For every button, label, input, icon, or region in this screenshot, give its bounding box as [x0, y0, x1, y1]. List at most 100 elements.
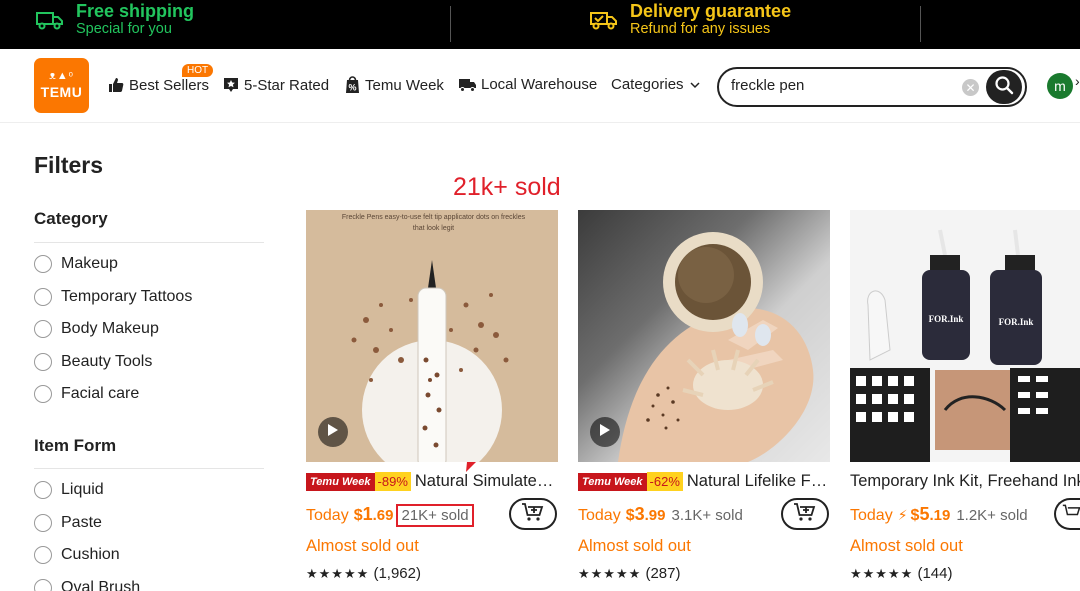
sold-count: 21K+ sold	[396, 504, 474, 527]
review-count: (1,962)	[373, 565, 421, 582]
review-count: (144)	[917, 565, 953, 582]
nav-categories[interactable]: Categories	[611, 76, 700, 93]
product-title: Natural Simulated Freckle Pen	[414, 472, 558, 490]
nav-label: Categories	[611, 76, 684, 93]
discount-badge: -89%	[374, 472, 411, 491]
star-badge-icon	[222, 76, 240, 94]
filter-option-body-makeup[interactable]: Body Makeup	[34, 320, 159, 338]
radio-button[interactable]	[34, 287, 52, 306]
product-image[interactable]	[578, 210, 830, 462]
play-video-button[interactable]	[590, 417, 620, 447]
radio-button[interactable]	[34, 352, 52, 371]
search-icon	[994, 75, 1014, 100]
truck-icon	[36, 10, 64, 35]
nav-best-sellers[interactable]: Best Sellers	[107, 76, 209, 94]
rating[interactable]: ★★★★★ (1,962)	[306, 565, 421, 582]
nav-label: Temu Week	[365, 76, 444, 94]
filter-option-label: Temporary Tattoos	[61, 287, 193, 305]
filter-option-oval-brush[interactable]: Oval Brush	[34, 578, 141, 591]
filter-option-temporary-tattoos[interactable]: Temporary Tattoos	[34, 287, 193, 306]
account-chevron-icon[interactable]: ›	[1075, 73, 1080, 89]
product-title-row[interactable]: Temporary Ink Kit, Freehand Ink	[850, 472, 1080, 491]
filter-option-cushion[interactable]: Cushion	[34, 546, 120, 564]
search-input[interactable]	[731, 77, 951, 94]
svg-text:FOR.Ink: FOR.Ink	[929, 314, 964, 324]
filter-option-facial-care[interactable]: Facial care	[34, 385, 139, 403]
promo-title: Free shipping	[76, 1, 195, 21]
filter-option-label: Oval Brush	[61, 578, 141, 591]
filter-option-makeup[interactable]: Makeup	[34, 255, 118, 273]
today-label: Today	[850, 507, 893, 524]
temu-week-badge: Temu Week	[578, 472, 647, 491]
play-video-button[interactable]	[318, 417, 348, 447]
filter-option-label: Makeup	[61, 255, 118, 272]
filter-option-label: Paste	[61, 513, 102, 531]
nav-label: Best Sellers	[129, 76, 210, 94]
avatar[interactable]: m	[1047, 73, 1073, 99]
price-dec: .19	[929, 507, 951, 524]
currency: $	[625, 507, 635, 524]
filter-option-label: Body Makeup	[61, 320, 159, 337]
price: $1.69	[354, 504, 394, 525]
rating[interactable]: ★★★★★ (144)	[850, 565, 952, 582]
radio-button[interactable]	[34, 546, 52, 564]
radio-button[interactable]	[34, 320, 52, 338]
hot-badge: HOT	[182, 64, 214, 77]
play-icon	[599, 423, 611, 442]
clear-search-button[interactable]: ✕	[962, 79, 979, 96]
almost-sold-out: Almost sold out	[578, 537, 691, 555]
promo-bar: Free shipping Special for you Delivery g…	[0, 0, 1080, 49]
add-to-cart-button[interactable]	[781, 498, 829, 530]
divider	[450, 6, 451, 42]
price-int: 5	[919, 504, 930, 524]
radio-button[interactable]	[34, 385, 52, 403]
radio-button[interactable]	[34, 255, 52, 273]
delivery-guarantee-promo[interactable]: Delivery guarantee Refund for any issues	[590, 2, 791, 37]
rating[interactable]: ★★★★★ (287)	[578, 565, 680, 582]
filter-option-paste[interactable]: Paste	[34, 513, 102, 532]
product-title: Temporary Ink Kit, Freehand Ink	[850, 472, 1080, 490]
filter-option-label: Liquid	[61, 481, 104, 498]
temu-logo[interactable]: ᴥ▲ᵒ TEMU	[34, 58, 89, 113]
filter-option-beauty-tools[interactable]: Beauty Tools	[34, 352, 153, 371]
nav-local-warehouse[interactable]: Local Warehouse	[458, 76, 597, 93]
price: $3.99	[626, 504, 666, 525]
cart-plus-icon	[793, 502, 817, 527]
filter-option-liquid[interactable]: Liquid	[34, 481, 104, 499]
add-to-cart-button[interactable]	[509, 498, 557, 530]
product-title-row[interactable]: Temu Week -62% Natural Lifelike Freckle …	[578, 472, 830, 491]
radio-button[interactable]	[34, 578, 52, 591]
free-shipping-promo[interactable]: Free shipping Special for you	[36, 2, 194, 37]
today-label: Today	[578, 507, 621, 524]
annotation-text: 21k+ sold	[453, 173, 561, 201]
star-rating-icon: ★★★★★	[850, 566, 914, 581]
item-form-section-title: Item Form	[34, 436, 117, 455]
filter-option-label: Facial care	[61, 385, 140, 402]
thumbs-up-icon	[107, 76, 125, 94]
discount-badge: -62%	[646, 472, 683, 491]
site-header: ᴥ▲ᵒ TEMU Best Sellers HOT 5-Star Rated %…	[0, 49, 1080, 123]
divider	[920, 6, 921, 42]
product-image[interactable]: FOR.Ink FOR.Ink	[850, 210, 1080, 462]
price: $5.19	[911, 504, 951, 525]
radio-button[interactable]	[34, 513, 52, 532]
divider	[34, 242, 264, 243]
almost-sold-out: Almost sold out	[850, 537, 963, 555]
nav-temu-week[interactable]: % Temu Week	[344, 76, 444, 94]
logo-text: TEMU	[40, 84, 83, 100]
add-to-cart-button[interactable]	[1054, 498, 1080, 530]
price-int: 1	[362, 504, 373, 524]
filters-title: Filters	[34, 152, 104, 178]
product-title-row[interactable]: Temu Week -89% Natural Simulated Freckle…	[306, 472, 558, 491]
product-image[interactable]: Freckle Pens easy-to-use felt tip applic…	[306, 210, 558, 462]
percent-tag-icon: %	[344, 76, 361, 94]
category-section-title: Category	[34, 209, 108, 228]
radio-button[interactable]	[34, 481, 52, 499]
star-rating-icon: ★★★★★	[578, 566, 642, 581]
search-button[interactable]	[986, 70, 1022, 104]
svg-text:FOR.Ink: FOR.Ink	[999, 317, 1034, 327]
nav-five-star[interactable]: 5-Star Rated	[222, 76, 329, 94]
filter-option-label: Beauty Tools	[61, 352, 153, 370]
play-icon	[327, 423, 339, 442]
lightning-icon: ⚡	[897, 507, 908, 523]
